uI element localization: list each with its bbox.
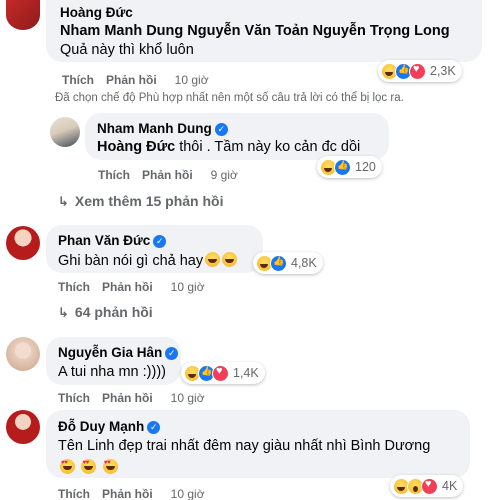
comment-text: Nham Manh Dung Nguyễn Văn Toản Nguyễn Tr… bbox=[60, 23, 450, 58]
mention[interactable]: Nham Manh Dung Nguyễn Văn Toản Nguyễn Tr… bbox=[60, 23, 450, 39]
avatar[interactable] bbox=[50, 117, 80, 147]
timestamp[interactable]: 10 giờ bbox=[175, 73, 209, 87]
comment-author[interactable]: Hoàng Đức bbox=[60, 5, 133, 20]
comment-author[interactable]: Đỗ Duy Mạnh bbox=[58, 419, 144, 434]
reply-button[interactable]: Phản hồi bbox=[102, 280, 153, 294]
verified-badge-icon: ✓ bbox=[153, 235, 167, 248]
reaction-count: 4K bbox=[442, 479, 458, 493]
emoji-row bbox=[58, 459, 118, 477]
comment-actions: Thích Phản hồi 10 giờ bbox=[58, 487, 217, 500]
view-more-replies-link[interactable]: ↳ 64 phản hồi bbox=[58, 304, 153, 321]
heart-eyes-emoji-icon bbox=[102, 459, 118, 474]
reply-button[interactable]: Phản hồi bbox=[102, 487, 153, 500]
verified-badge-icon: ✓ bbox=[214, 123, 228, 136]
reply-arrow-icon: ↳ bbox=[58, 305, 69, 320]
timestamp[interactable]: 9 giờ bbox=[211, 168, 238, 182]
reply-button[interactable]: Phản hồi bbox=[102, 391, 153, 405]
reaction-summary[interactable]: 120 bbox=[317, 156, 382, 178]
reaction-count: 2,3K bbox=[430, 64, 456, 78]
comment-text: Hoàng Đức thôi . Tầm này ko cản đc dồi bbox=[97, 139, 361, 155]
comment-author[interactable]: Nham Manh Dung bbox=[97, 121, 212, 136]
timestamp[interactable]: 10 giờ bbox=[171, 487, 205, 500]
like-button[interactable]: Thích bbox=[62, 73, 94, 87]
heart-eyes-emoji-icon bbox=[60, 459, 75, 474]
reaction-summary[interactable]: 4,8K bbox=[253, 252, 323, 274]
like-icon bbox=[270, 254, 287, 272]
reaction-count: 1,4K bbox=[233, 366, 259, 380]
comment-text: Ghi bàn nói gì chả hay bbox=[58, 252, 238, 269]
laughing-emoji-icon bbox=[222, 252, 238, 267]
comment-bubble: Phan Văn Đức ✓ Ghi bàn nói gì chả hay bbox=[46, 225, 263, 273]
laughing-emoji-icon bbox=[205, 252, 221, 267]
comment-bubble: Hoàng Đức Nham Manh Dung Nguyễn Văn Toản… bbox=[46, 0, 482, 62]
heart-icon bbox=[212, 364, 229, 382]
comment-bubble: Nham Manh Dung ✓ Hoàng Đức thôi . Tầm này… bbox=[85, 113, 389, 160]
avatar[interactable] bbox=[6, 0, 40, 30]
avatar[interactable] bbox=[6, 226, 40, 260]
reaction-count: 4,8K bbox=[291, 256, 317, 270]
like-button[interactable]: Thích bbox=[58, 391, 90, 405]
avatar[interactable] bbox=[6, 337, 40, 371]
view-more-replies-link[interactable]: ↳ Xem thêm 15 phản hồi bbox=[58, 193, 224, 210]
reply-button[interactable]: Phản hồi bbox=[142, 168, 193, 182]
reply-button[interactable]: Phản hồi bbox=[106, 73, 157, 87]
filter-note: Đã chọn chế độ Phù hợp nhất nên một số c… bbox=[55, 92, 404, 104]
comment-text: A tui nha mn :)))) bbox=[58, 364, 166, 380]
heart-eyes-emoji-icon bbox=[81, 459, 97, 474]
reply-arrow-icon: ↳ bbox=[58, 194, 69, 209]
verified-badge-icon: ✓ bbox=[147, 421, 161, 434]
avatar[interactable] bbox=[6, 410, 40, 444]
reaction-summary[interactable]: 2,3K bbox=[378, 60, 462, 82]
comment-actions: Thích Phản hồi 9 giờ bbox=[98, 168, 250, 182]
comment-author[interactable]: Nguyễn Gia Hân bbox=[58, 345, 162, 360]
comment-bubble: Nguyễn Gia Hân ✓ A tui nha mn :)))) bbox=[46, 337, 181, 385]
timestamp[interactable]: 10 giờ bbox=[171, 391, 205, 405]
verified-badge-icon: ✓ bbox=[165, 347, 179, 360]
like-button[interactable]: Thích bbox=[58, 280, 90, 294]
heart-icon bbox=[421, 477, 438, 495]
comment-bubble: Đỗ Duy Mạnh ✓ Tên Linh đẹp trai nhất đêm … bbox=[46, 410, 470, 478]
comment-text: Tên Linh đẹp trai nhất đêm nay giàu nhất… bbox=[58, 438, 431, 454]
like-icon bbox=[334, 158, 351, 176]
timestamp[interactable]: 10 giờ bbox=[171, 280, 205, 294]
comment-actions: Thích Phản hồi 10 giờ bbox=[58, 280, 217, 294]
like-button[interactable]: Thích bbox=[58, 487, 90, 500]
like-button[interactable]: Thích bbox=[98, 168, 130, 182]
reaction-count: 120 bbox=[355, 160, 376, 174]
comment-actions: Thích Phản hồi 10 giờ bbox=[62, 73, 221, 87]
reaction-summary[interactable]: 1,4K bbox=[181, 362, 265, 384]
comment-author[interactable]: Phan Văn Đức bbox=[58, 233, 150, 248]
heart-icon bbox=[409, 62, 426, 80]
comment-actions: Thích Phản hồi 10 giờ bbox=[58, 391, 217, 405]
reaction-summary[interactable]: 4K bbox=[390, 475, 464, 497]
mention[interactable]: Hoàng Đức bbox=[97, 139, 175, 155]
